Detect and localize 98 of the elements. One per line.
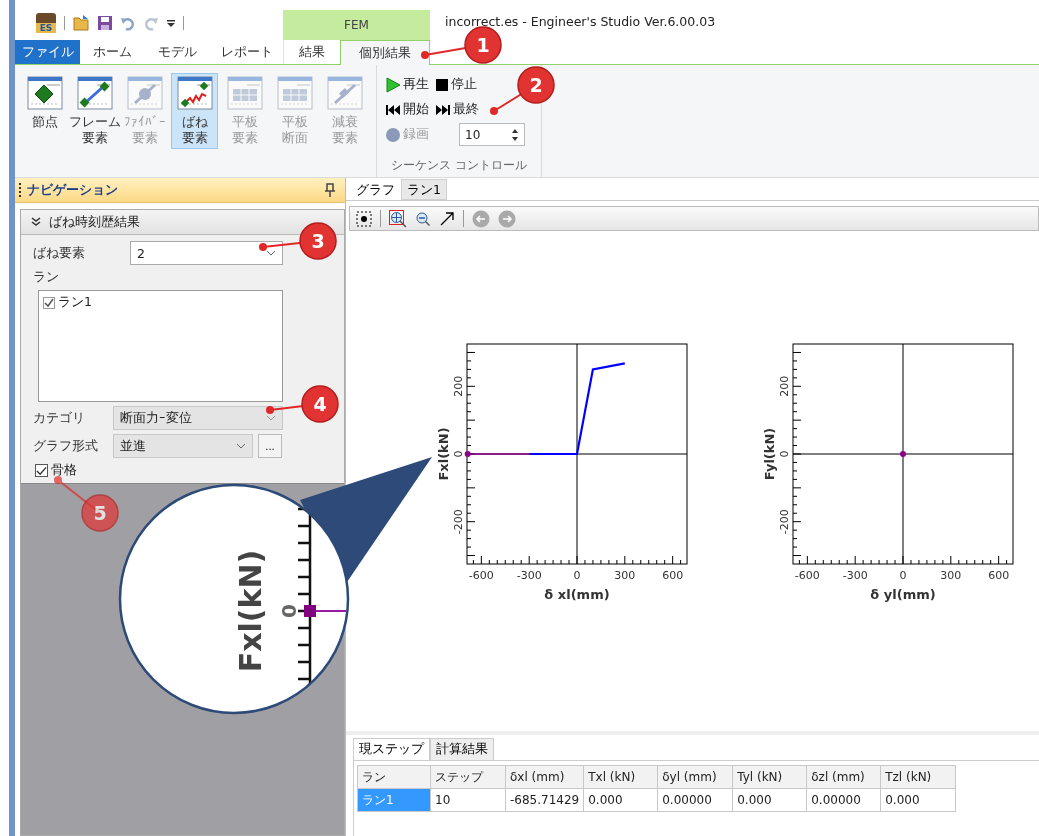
tick-label: 200 — [778, 375, 791, 397]
select-all-icon[interactable] — [356, 210, 372, 227]
table-cell: 0.000 — [583, 788, 658, 812]
chevron-down-icon — [266, 415, 276, 421]
element-icon — [26, 76, 63, 110]
first-button[interactable]: 開始 — [385, 101, 429, 118]
table-cell: 0.00000 — [806, 788, 881, 812]
callout-badge: 5 — [81, 494, 119, 532]
spring-element-dropdown[interactable]: 2 — [130, 241, 283, 265]
stop-icon — [435, 77, 449, 92]
undo-icon[interactable] — [120, 15, 136, 31]
table-cell: -685.71429 — [505, 788, 584, 812]
column-header[interactable]: Tyl (kN) — [732, 765, 807, 789]
checkbox-label[interactable]: 骨格 — [51, 462, 77, 479]
column-header[interactable]: δxl (mm) — [505, 765, 584, 789]
chevron-down-icon — [266, 250, 276, 256]
field-label: ラン — [33, 269, 60, 286]
tick-label: -200 — [452, 509, 465, 535]
tick-label: -200 — [778, 509, 791, 535]
column-header[interactable]: Tzl (kN) — [880, 765, 956, 789]
play-button[interactable]: 再生 — [385, 76, 429, 93]
save-icon[interactable] — [97, 15, 113, 31]
tick-label: -600 — [794, 569, 820, 582]
axis-title: δ xl(mm) — [544, 587, 610, 602]
step-spin-field[interactable]: 10 — [459, 123, 525, 146]
tick-label: 0 — [276, 604, 301, 618]
callout-badge: 4 — [301, 385, 339, 423]
axis-title: Fxl(kN) — [436, 427, 451, 481]
element-icon — [226, 76, 263, 110]
group-label: シーケンス コントロール — [390, 157, 528, 174]
tick-label: 0 — [573, 569, 581, 582]
tick-label: 600 — [662, 569, 684, 582]
options-button[interactable]: ... — [258, 434, 282, 458]
tick-label: -600 — [468, 569, 494, 582]
element-icon — [76, 76, 113, 110]
run-list-item[interactable]: ラン1 — [58, 294, 92, 311]
zoom-out-icon[interactable] — [415, 210, 431, 227]
panel-tab[interactable]: 計算結果 — [430, 738, 494, 760]
ribbon-tab[interactable]: ファイル — [15, 40, 80, 64]
last-button[interactable]: 最終 — [435, 101, 479, 118]
field-label: カテゴリ — [33, 409, 86, 427]
column-header[interactable]: δzl (mm) — [806, 765, 881, 789]
play-icon — [385, 76, 401, 93]
ribbon-button[interactable]: フレーム 要素 — [71, 73, 118, 149]
panel-title: ナビゲーション — [27, 181, 119, 199]
document-tab[interactable]: ラン1 — [401, 179, 447, 200]
element-icon — [276, 76, 313, 110]
axis-title: δ yl(mm) — [870, 587, 936, 602]
checkbox[interactable] — [43, 296, 55, 309]
tick-label: 300 — [940, 569, 962, 582]
graph-format-dropdown[interactable]: 並進 — [113, 434, 253, 458]
axis-title: Fxl(kN) — [232, 549, 268, 673]
table-cell: 0.000 — [880, 788, 956, 812]
app-logo[interactable]: ES — [35, 12, 57, 34]
element-icon — [326, 76, 363, 110]
skip-forward-icon — [435, 102, 451, 117]
callout-badge: 1 — [464, 26, 502, 64]
tick-label: 300 — [614, 569, 636, 582]
tick-label: 0 — [452, 450, 465, 458]
table-cell: 0.000 — [732, 788, 807, 812]
field-label: グラフ形式 — [33, 437, 99, 455]
table-cell: 10 — [430, 788, 506, 812]
callout-badge: 3 — [299, 222, 337, 260]
panel-tab[interactable]: 現ステップ — [353, 738, 430, 760]
ribbon-tab[interactable]: 個別結果 — [340, 40, 430, 65]
tick-label: 200 — [452, 375, 465, 397]
pin-icon[interactable] — [325, 183, 335, 197]
table-cell: 0.00000 — [657, 788, 733, 812]
context-tab-group: FEM — [283, 10, 430, 40]
folder-icon[interactable] — [72, 14, 90, 32]
element-icon — [126, 76, 163, 110]
column-header[interactable]: ラン — [357, 765, 431, 789]
tick-label: 600 — [988, 569, 1010, 582]
tick-label: -300 — [842, 569, 868, 582]
ribbon-button[interactable]: 節点 — [21, 73, 68, 149]
dropdown-caret-icon[interactable] — [166, 18, 176, 28]
checkbox[interactable] — [35, 464, 48, 477]
tick-label: -300 — [516, 569, 542, 582]
element-icon — [176, 76, 213, 110]
ribbon-button[interactable]: ばね 要素 — [171, 73, 218, 149]
axis-title: Fyl(kN) — [762, 427, 777, 481]
zoom-in-icon[interactable] — [389, 209, 407, 228]
chevron-down-icon — [236, 443, 246, 449]
skip-back-icon — [385, 102, 401, 117]
diagonal-arrow-icon[interactable] — [439, 210, 455, 227]
table-cell: ラン1 — [357, 788, 431, 812]
column-header[interactable]: Txl (kN) — [583, 765, 658, 789]
callout-badge: 2 — [517, 66, 555, 104]
section-header[interactable]: ばね時刻歴結果 — [21, 210, 344, 235]
stop-button[interactable]: 停止 — [435, 76, 477, 93]
column-header[interactable]: ステップ — [430, 765, 506, 789]
tick-label: 0 — [778, 450, 791, 458]
double-chevron-icon — [31, 217, 41, 227]
record-icon — [385, 126, 401, 143]
data-line — [304, 605, 347, 617]
field-label: ばね要素 — [33, 244, 86, 262]
tick-label: 0 — [899, 569, 907, 582]
column-header[interactable]: δyl (mm) — [657, 765, 733, 789]
